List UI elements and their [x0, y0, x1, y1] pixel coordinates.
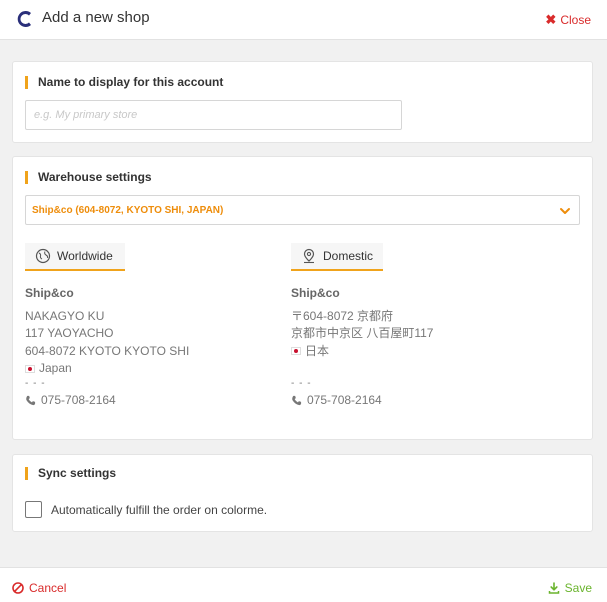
shipandco-logo: [17, 11, 31, 27]
close-button[interactable]: ✖ Close: [545, 12, 591, 28]
warehouse-section: Warehouse settings Ship&co (604-8072, KY…: [12, 156, 593, 440]
worldwide-company: Ship&co: [25, 286, 74, 300]
tab-domestic[interactable]: Domestic: [291, 243, 383, 271]
domestic-separator: - - -: [291, 377, 312, 389]
worldwide-address-line3: 604-8072 KYOTO KYOTO SHI: [25, 343, 190, 358]
worldwide-address-line2: 117 YAOYACHO: [25, 326, 114, 340]
worldwide-address-line1: NAKAGYO KU: [25, 308, 105, 323]
domestic-address-line1: 〒604-8072 京都府: [291, 308, 394, 323]
domestic-address-line2: 京都市中京区 八百屋町117: [291, 326, 434, 340]
phone-icon: [26, 395, 36, 405]
tab-worldwide[interactable]: Worldwide: [25, 243, 125, 271]
close-label: Close: [560, 13, 591, 27]
warehouse-select[interactable]: Ship&co (604-8072, KYOTO SHI, JAPAN): [25, 195, 580, 225]
worldwide-phone-row: 075-708-2164: [25, 392, 189, 410]
map-pin-icon: [303, 248, 315, 264]
chevron-down-icon: [560, 208, 570, 214]
domestic-country-row: 日本: [291, 343, 433, 361]
modal-title: Add a new shop: [42, 9, 150, 26]
worldwide-country: Japan: [39, 361, 72, 375]
auto-fulfill-label[interactable]: Automatically fulfill the order on color…: [51, 503, 267, 517]
tab-worldwide-label: Worldwide: [57, 249, 113, 263]
download-icon: [548, 582, 559, 594]
domestic-phone-row: 075-708-2164: [291, 392, 433, 410]
save-button[interactable]: Save: [548, 581, 592, 595]
name-section-title: Name to display for this account: [25, 76, 223, 89]
worldwide-phone: 075-708-2164: [41, 392, 116, 407]
domestic-spacer: [291, 360, 433, 378]
phone-icon: [292, 395, 302, 405]
domestic-phone: 075-708-2164: [307, 392, 382, 407]
domestic-country: 日本: [305, 343, 330, 358]
close-icon: ✖: [545, 12, 557, 27]
name-section: Name to display for this account: [12, 61, 593, 143]
save-label: Save: [564, 581, 592, 595]
auto-fulfill-checkbox[interactable]: [25, 501, 42, 518]
modal-footer: Cancel Save: [0, 567, 607, 602]
cancel-button[interactable]: Cancel: [12, 581, 66, 595]
domestic-company: Ship&co: [291, 286, 340, 300]
globe-icon: [35, 248, 51, 264]
worldwide-country-row: Japan: [25, 360, 189, 378]
domestic-address: Ship&co 〒604-8072 京都府 京都市中京区 八百屋町117 日本 …: [291, 285, 433, 409]
japan-flag-icon: [291, 347, 301, 356]
cancel-label: Cancel: [29, 581, 67, 595]
warehouse-select-value: Ship&co (604-8072, KYOTO SHI, JAPAN): [32, 205, 224, 216]
sync-section-title: Sync settings: [25, 467, 116, 480]
worldwide-separator: - - -: [25, 377, 46, 389]
warehouse-section-title: Warehouse settings: [25, 171, 152, 184]
ban-icon: [12, 582, 24, 594]
modal-header: Add a new shop ✖ Close: [0, 0, 607, 40]
japan-flag-icon: [25, 364, 35, 373]
shop-name-input[interactable]: [25, 100, 402, 130]
tab-domestic-label: Domestic: [322, 249, 373, 263]
sync-section: Sync settings Automatically fulfill the …: [12, 454, 593, 532]
worldwide-address: Ship&co NAKAGYO KU 117 YAOYACHO 604-8072…: [25, 285, 189, 409]
